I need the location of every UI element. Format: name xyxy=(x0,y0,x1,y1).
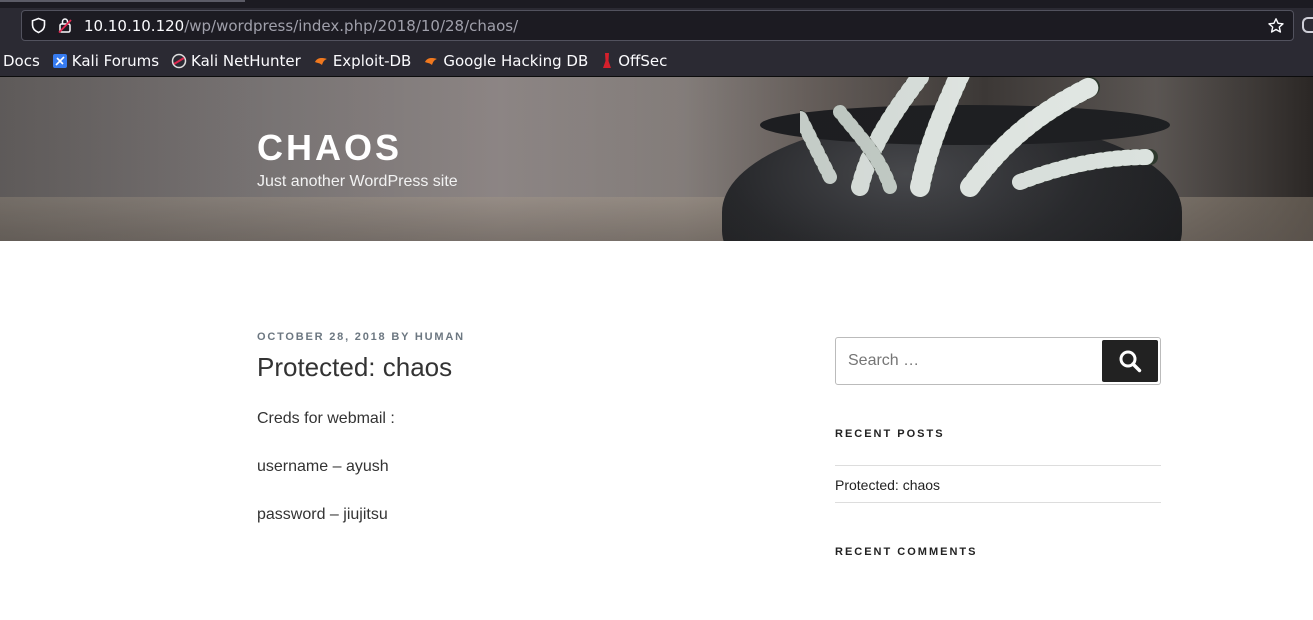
recent-post-link[interactable]: Protected: chaos xyxy=(835,477,940,493)
url-path: /wp/wordpress/index.php/2018/10/28/chaos… xyxy=(184,17,519,35)
bookmark-exploit-db[interactable]: Exploit-DB xyxy=(313,52,412,70)
shield-icon[interactable] xyxy=(30,17,47,34)
search-button[interactable] xyxy=(1102,340,1158,382)
url-text[interactable]: 10.10.10.120/wp/wordpress/index.php/2018… xyxy=(84,17,518,35)
active-tab-indicator[interactable] xyxy=(0,0,245,2)
header-banner: CHAOS Just another WordPress site xyxy=(0,77,1313,241)
bookmark-google-hacking-db[interactable]: Google Hacking DB xyxy=(423,52,588,70)
kali-forums-icon xyxy=(52,54,67,68)
recent-comments-title: RECENT COMMENTS xyxy=(835,546,978,558)
bookmark-star-icon[interactable] xyxy=(1267,17,1285,35)
bookmark-kali-forums[interactable]: Kali Forums xyxy=(52,52,159,70)
search-icon xyxy=(1119,350,1142,373)
kali-nethunter-icon xyxy=(171,53,187,69)
site-tagline: Just another WordPress site xyxy=(257,173,458,190)
offsec-icon xyxy=(603,53,612,68)
post-title: Protected: chaos xyxy=(257,352,453,382)
post-by-label: BY xyxy=(391,331,411,343)
banner-shade xyxy=(0,77,1313,241)
post-date[interactable]: OCTOBER 28, 2018 xyxy=(257,331,386,343)
site-title[interactable]: CHAOS xyxy=(257,127,402,169)
post-line-password: password – jiujitsu xyxy=(257,506,388,523)
exploit-db-icon xyxy=(425,58,438,65)
exploit-db-icon xyxy=(314,58,327,65)
browser-chrome: 10.10.10.120/wp/wordpress/index.php/2018… xyxy=(0,0,1313,77)
recent-posts-title: RECENT POSTS xyxy=(835,428,945,440)
post-author[interactable]: HUMAN xyxy=(415,331,465,343)
bookmark-kali-nethunter[interactable]: Kali NetHunter xyxy=(171,52,301,70)
search-input[interactable] xyxy=(848,352,1098,370)
bookmark-label: Kali NetHunter xyxy=(191,52,301,70)
bookmark-label: Exploit-DB xyxy=(332,52,412,70)
post-line-creds: Creds for webmail : xyxy=(257,410,395,427)
tab-strip xyxy=(0,0,1313,8)
bookmark-docs[interactable]: Docs xyxy=(3,52,40,70)
bookmark-label: Docs xyxy=(3,52,40,70)
url-bar[interactable]: 10.10.10.120/wp/wordpress/index.php/2018… xyxy=(21,10,1294,41)
extension-icon[interactable] xyxy=(1302,17,1313,33)
bookmarks-toolbar: Docs Kali Forums Kali NetHunter Exploit-… xyxy=(0,48,679,74)
bookmark-label: OffSec xyxy=(618,52,668,70)
search-form xyxy=(835,337,1161,385)
url-host: 10.10.10.120 xyxy=(84,17,185,35)
bookmark-offsec[interactable]: OffSec xyxy=(600,52,667,70)
post-meta: OCTOBER 28, 2018 BY HUMAN xyxy=(257,331,465,343)
recent-posts-list: Protected: chaos xyxy=(835,465,1161,503)
bookmark-label: Kali Forums xyxy=(71,52,160,70)
insecure-lock-icon[interactable] xyxy=(58,17,72,34)
post-line-username: username – ayush xyxy=(257,458,389,475)
bookmark-label: Google Hacking DB xyxy=(443,52,589,70)
